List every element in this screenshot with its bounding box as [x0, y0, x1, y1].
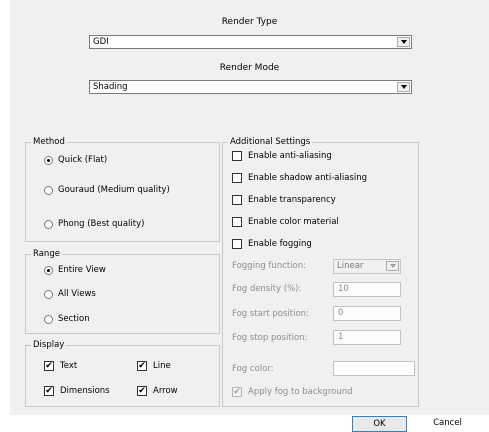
ok-button[interactable]: OK [352, 416, 407, 432]
apply-fog-checkbox[interactable]: ✔ Apply fog to background [232, 387, 353, 397]
method-gouraud-radio[interactable]: Gouraud (Medium quality) [44, 185, 170, 195]
display-arrow-label: Arrow [153, 386, 178, 396]
button-bar [0, 415, 489, 432]
chevron-down-icon [400, 85, 407, 89]
fog-color-swatch[interactable] [333, 361, 415, 376]
display-text-label: Text [60, 361, 78, 371]
display-dimensions-checkbox[interactable]: ✔ Dimensions [44, 386, 110, 396]
range-section-radio[interactable]: Section [44, 314, 90, 324]
method-phong-label: Phong (Best quality) [58, 219, 145, 229]
chevron-down-icon [389, 264, 396, 268]
render-type-value: GDI [93, 37, 109, 47]
fog-function-row: Fogging function: [232, 261, 306, 271]
shadow-anti-aliasing-checkbox[interactable]: Enable shadow anti-aliasing [232, 173, 367, 183]
cancel-button[interactable]: Cancel [418, 416, 477, 432]
method-phong-radio[interactable]: Phong (Best quality) [44, 219, 144, 229]
checkmark-icon: ✔ [232, 387, 242, 397]
fog-function-label: Fogging function: [232, 261, 307, 271]
fog-start-row: Fog start position: [232, 309, 309, 319]
shadow-anti-aliasing-label: Enable shadow anti-aliasing [248, 173, 367, 183]
fog-start-input[interactable]: 0 [333, 306, 401, 321]
apply-fog-label: Apply fog to background [248, 387, 353, 397]
fog-stop-row: Fog stop position: [232, 333, 307, 343]
fog-density-label: Fog density (%): [232, 284, 302, 294]
radio-icon [44, 314, 53, 324]
checkmark-icon: ✔ [137, 361, 147, 371]
fog-color-label: Fog color: [232, 364, 274, 374]
range-all-views-radio[interactable]: All Views [44, 289, 96, 299]
color-material-checkbox[interactable]: Enable color material [232, 217, 339, 227]
fogging-checkbox[interactable]: Enable fogging [232, 239, 312, 249]
render-mode-dropdown[interactable]: Shading [89, 80, 412, 94]
transparency-label: Enable transparency [248, 195, 336, 205]
fog-function-value: Linear [337, 261, 364, 271]
render-type-label: Render Type [221, 17, 278, 27]
additional-settings-title: Additional Settings [228, 137, 313, 148]
checkbox-icon [232, 217, 242, 227]
display-line-checkbox[interactable]: ✔ Line [137, 361, 171, 371]
range-section-label: Section [58, 314, 90, 324]
fog-density-row: Fog density (%): [232, 284, 301, 294]
fog-function-dropdown[interactable]: Linear [333, 259, 401, 274]
range-group-title: Range [31, 249, 62, 260]
radio-icon [44, 185, 53, 195]
checkbox-icon [232, 151, 242, 161]
checkmark-icon: ✔ [137, 386, 147, 396]
checkbox-icon [232, 195, 242, 205]
display-group: Display ✔ Text ✔ Line ✔ Dimensions ✔ Arr… [25, 340, 220, 407]
render-mode-label: Render Mode [219, 63, 280, 73]
range-entire-view-radio[interactable]: Entire View [44, 265, 106, 275]
radio-icon [44, 219, 53, 229]
render-mode-dropdown-button[interactable] [397, 82, 410, 92]
anti-aliasing-checkbox[interactable]: Enable anti-aliasing [232, 151, 332, 161]
transparency-checkbox[interactable]: Enable transparency [232, 195, 336, 205]
radio-selected-icon [44, 155, 53, 165]
display-arrow-checkbox[interactable]: ✔ Arrow [137, 386, 178, 396]
display-dimensions-label: Dimensions [60, 386, 110, 396]
method-gouraud-label: Gouraud (Medium quality) [58, 185, 170, 195]
range-all-views-label: All Views [58, 289, 96, 299]
anti-aliasing-label: Enable anti-aliasing [248, 151, 332, 161]
fog-density-input[interactable]: 10 [333, 282, 401, 297]
fog-start-label: Fog start position: [232, 309, 309, 319]
method-quick-label: Quick (Flat) [58, 155, 108, 165]
additional-settings-group: Additional Settings Enable anti-aliasing… [222, 137, 419, 407]
render-type-dropdown[interactable]: GDI [89, 35, 412, 49]
color-material-label: Enable color material [248, 217, 339, 227]
chevron-down-icon [400, 40, 407, 44]
checkmark-icon: ✔ [44, 386, 54, 396]
fog-stop-label: Fog stop position: [232, 333, 308, 343]
fog-stop-input[interactable]: 1 [333, 330, 401, 345]
method-quick-radio[interactable]: Quick (Flat) [44, 155, 107, 165]
fog-color-row: Fog color: [232, 364, 274, 374]
radio-icon [44, 289, 53, 299]
display-text-checkbox[interactable]: ✔ Text [44, 361, 77, 371]
checkmark-icon: ✔ [44, 361, 54, 371]
fogging-label: Enable fogging [248, 239, 312, 249]
method-group-title: Method [31, 137, 67, 148]
fog-function-dropdown-button[interactable] [386, 261, 399, 271]
method-group: Method Quick (Flat) Gouraud (Medium qual… [25, 137, 220, 242]
range-group: Range Entire View All Views Section [25, 249, 220, 334]
display-line-label: Line [153, 361, 171, 371]
checkbox-icon [232, 239, 242, 249]
display-group-title: Display [31, 340, 67, 351]
render-type-dropdown-button[interactable] [397, 37, 410, 47]
render-mode-value: Shading [93, 82, 128, 92]
checkbox-icon [232, 173, 242, 183]
radio-selected-icon [44, 265, 53, 275]
render-settings-dialog: Render Type GDI Render Mode Shading Meth… [10, 0, 489, 432]
range-entire-view-label: Entire View [58, 265, 106, 275]
